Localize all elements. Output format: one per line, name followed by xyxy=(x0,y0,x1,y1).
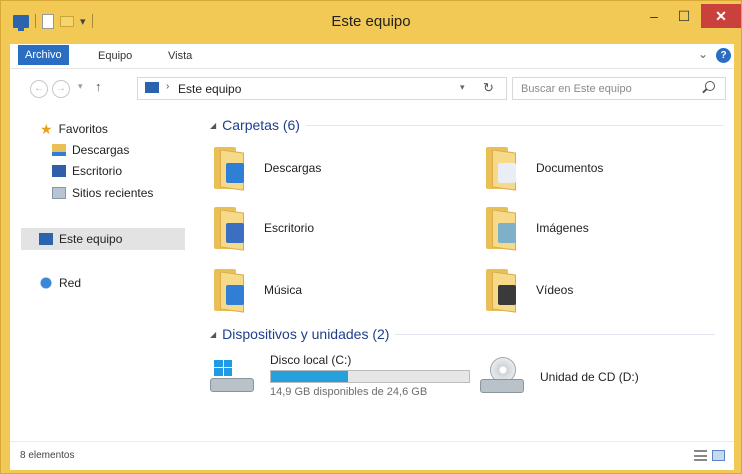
collapse-group-icon[interactable]: ◢ xyxy=(210,330,216,339)
documents-folder-icon xyxy=(482,145,522,191)
folder-label: Vídeos xyxy=(536,283,574,297)
item-count: 8 elementos xyxy=(20,450,75,461)
folder-documentos[interactable]: Documentos xyxy=(482,145,603,191)
navigation-bar: ← → ▾ ↑ › Este equipo ▾ ↻ xyxy=(10,68,734,107)
drive-free-space: 14,9 GB disponibles de 24,6 GB xyxy=(270,386,428,398)
nav-item-label: Escritorio xyxy=(72,164,123,178)
drive-c[interactable]: Disco local (C:) 14,9 GB disponibles de … xyxy=(208,353,470,398)
folder-label: Documentos xyxy=(536,161,604,175)
window-title: Este equipo xyxy=(331,13,411,30)
folder-label: Escritorio xyxy=(264,221,315,235)
nav-item-escritorio[interactable]: Escritorio xyxy=(52,161,122,181)
refresh-icon[interactable]: ↻ xyxy=(483,80,494,96)
nav-item-descargas[interactable]: Descargas xyxy=(52,140,129,160)
folder-escritorio[interactable]: Escritorio xyxy=(210,205,314,251)
breadcrumb-separator-icon[interactable]: › xyxy=(166,81,169,92)
drive-usage-fill xyxy=(271,371,349,382)
drive-usage-bar xyxy=(270,370,470,383)
star-icon: ★ xyxy=(40,121,53,137)
group-divider xyxy=(395,333,716,335)
explorer-window: ▾ Este equipo – ☐ ✕ Archivo Equipo Vista… xyxy=(0,0,742,474)
search-box[interactable] xyxy=(512,77,726,100)
tab-vista[interactable]: Vista xyxy=(160,47,200,65)
large-icons-view-icon[interactable] xyxy=(712,450,725,461)
recent-places-icon xyxy=(52,187,66,199)
nav-item-este-equipo[interactable]: Este equipo xyxy=(21,228,185,250)
collapse-group-icon[interactable]: ◢ xyxy=(210,121,216,130)
computer-icon xyxy=(39,233,53,245)
pictures-folder-icon xyxy=(482,205,522,251)
desktop-folder-icon xyxy=(210,205,250,251)
back-button[interactable]: ← xyxy=(30,80,48,98)
group-header-carpetas[interactable]: ◢ Carpetas (6) xyxy=(210,117,724,133)
nav-item-label: Sitios recientes xyxy=(72,186,154,200)
drive-label: Unidad de CD (D:) xyxy=(540,370,639,384)
content-area: ★ Favoritos Descargas Escritorio Sitios … xyxy=(10,107,734,441)
videos-folder-icon xyxy=(482,267,522,313)
folder-badge xyxy=(498,285,516,305)
cd-drive-icon xyxy=(478,357,526,397)
nav-item-label: Este equipo xyxy=(59,232,123,246)
folder-badge xyxy=(226,285,244,305)
group-title: Dispositivos y unidades (2) xyxy=(222,326,390,342)
tab-archivo[interactable]: Archivo xyxy=(18,45,69,65)
drive-d[interactable]: Unidad de CD (D:) xyxy=(478,357,639,397)
forward-button[interactable]: → xyxy=(52,80,70,98)
nav-item-red[interactable]: Red xyxy=(39,273,81,293)
help-button[interactable]: ? xyxy=(716,48,731,63)
hard-drive-icon xyxy=(208,356,256,396)
group-header-dispositivos[interactable]: ◢ Dispositivos y unidades (2) xyxy=(210,326,716,342)
folder-badge xyxy=(498,163,516,183)
folder-badge xyxy=(498,223,516,243)
music-folder-icon xyxy=(210,267,250,313)
breadcrumb-este-equipo[interactable]: Este equipo xyxy=(178,82,241,96)
download-folder-icon xyxy=(210,145,250,191)
title-bar[interactable]: ▾ Este equipo – ☐ ✕ xyxy=(1,1,741,41)
desktop-icon xyxy=(52,165,66,177)
minimize-button[interactable]: – xyxy=(639,4,669,28)
group-divider xyxy=(305,124,724,126)
search-input[interactable] xyxy=(519,80,703,97)
items-view: ◢ Carpetas (6) Descargas Documentos Escr… xyxy=(202,107,734,441)
nav-item-label: Favoritos xyxy=(58,122,108,136)
folder-musica[interactable]: Música xyxy=(210,267,302,313)
folder-label: Descargas xyxy=(264,161,322,175)
folder-label: Música xyxy=(264,283,303,297)
computer-icon xyxy=(145,82,159,93)
nav-item-label: Descargas xyxy=(72,143,130,157)
folder-label: Imágenes xyxy=(536,221,589,235)
expand-ribbon-icon[interactable]: ⌄ xyxy=(698,47,708,61)
address-dropdown-icon[interactable]: ▾ xyxy=(460,82,465,93)
folder-imagenes[interactable]: Imágenes xyxy=(482,205,589,251)
nav-item-label: Red xyxy=(59,276,82,290)
group-title: Carpetas (6) xyxy=(222,117,300,133)
search-icon[interactable] xyxy=(705,81,715,91)
details-view-icon[interactable] xyxy=(694,450,707,461)
tab-equipo[interactable]: Equipo xyxy=(90,47,140,65)
navigation-pane: ★ Favoritos Descargas Escritorio Sitios … xyxy=(10,107,190,441)
drive-details: Disco local (C:) 14,9 GB disponibles de … xyxy=(270,353,470,398)
nav-item-sitios-recientes[interactable]: Sitios recientes xyxy=(52,183,153,203)
nav-item-favoritos[interactable]: ★ Favoritos xyxy=(40,119,108,139)
maximize-button[interactable]: ☐ xyxy=(669,4,699,28)
close-button[interactable]: ✕ xyxy=(701,4,741,28)
drive-label: Disco local (C:) xyxy=(270,353,352,367)
status-bar: 8 elementos xyxy=(10,441,734,470)
address-bar[interactable]: › Este equipo ▾ ↻ xyxy=(137,77,507,100)
folder-badge xyxy=(226,223,244,243)
folder-descargas[interactable]: Descargas xyxy=(210,145,321,191)
folder-badge xyxy=(226,163,244,183)
network-icon xyxy=(39,277,53,289)
folder-videos[interactable]: Vídeos xyxy=(482,267,573,313)
ribbon: Archivo Equipo Vista ⌄ ? xyxy=(10,44,734,68)
recent-locations-icon[interactable]: ▾ xyxy=(78,81,83,92)
downloads-icon xyxy=(52,144,66,156)
up-button[interactable]: ↑ xyxy=(95,79,102,94)
